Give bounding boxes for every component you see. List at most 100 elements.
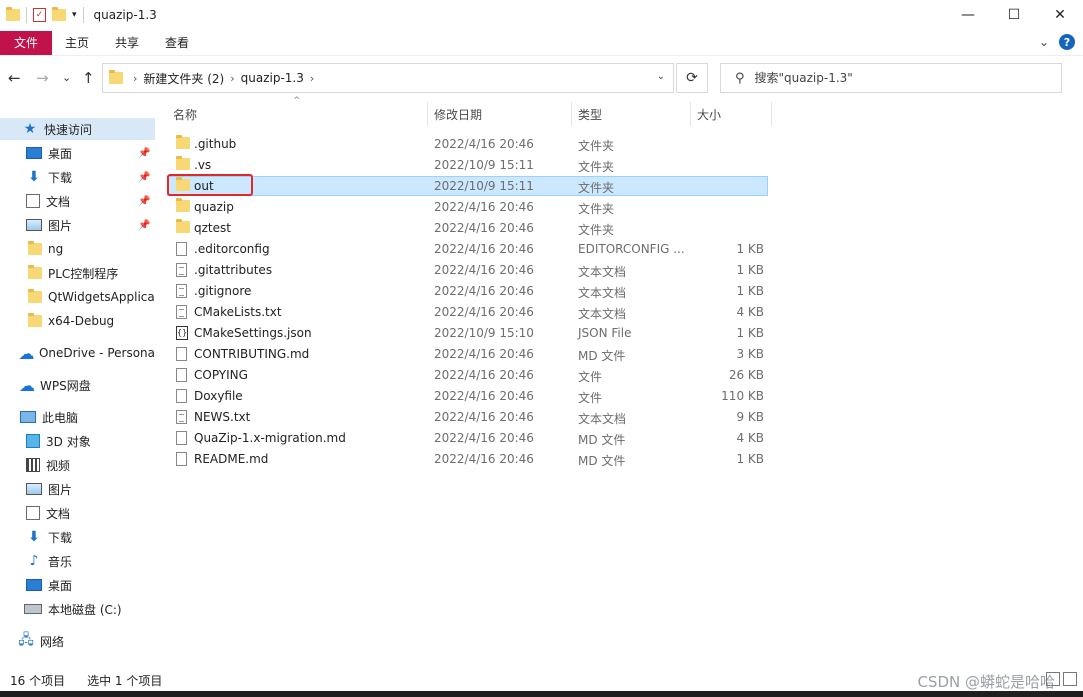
sidebar-item-onedrive[interactable]: ☁ OneDrive - Persona (0, 342, 155, 364)
folder-icon (28, 313, 42, 327)
file-row-copying[interactable]: COPYING 2022/4/16 20:46 文件 26 KB (167, 365, 768, 385)
file-row-news[interactable]: NEWS.txt 2022/4/16 20:46 文本文档 9 KB (167, 407, 768, 427)
new-folder-icon[interactable] (52, 7, 66, 21)
file-icon (176, 368, 187, 382)
file-row-quazip[interactable]: quazip 2022/4/16 20:46 文件夹 (167, 197, 768, 217)
details-view-icon[interactable] (1046, 672, 1060, 686)
chevron-right-icon[interactable]: › (230, 72, 234, 85)
breadcrumb-parent[interactable]: 新建文件夹 (2) (143, 70, 224, 87)
column-header-type[interactable]: 类型 (578, 106, 602, 123)
column-header-name[interactable]: 名称 (173, 106, 197, 123)
sidebar-item-this-pc[interactable]: 此电脑 (0, 406, 155, 428)
file-row-cmakelists[interactable]: CMakeLists.txt 2022/4/16 20:46 文本文档 4 KB (167, 302, 768, 322)
pin-icon[interactable]: 📌 (138, 148, 150, 159)
file-icon (176, 452, 187, 466)
file-row-contributing[interactable]: CONTRIBUTING.md 2022/4/16 20:46 MD 文件 3 … (167, 344, 768, 364)
file-row-vs[interactable]: .vs 2022/10/9 15:11 文件夹 (167, 155, 768, 175)
file-row-out[interactable]: out 2022/10/9 15:11 文件夹 (167, 176, 768, 196)
sidebar-item-quick-access[interactable]: ★ 快速访问 (0, 118, 155, 140)
column-divider[interactable] (571, 102, 572, 126)
sidebar-item-documents[interactable]: 文档 📌 (0, 190, 155, 212)
column-divider[interactable] (690, 102, 691, 126)
sidebar-item-pictures-pc[interactable]: 图片 (0, 478, 155, 500)
chevron-right-icon[interactable]: › (310, 72, 314, 85)
search-input[interactable] (754, 71, 1035, 85)
text-file-icon (176, 284, 187, 298)
search-box[interactable]: ⚲ (720, 63, 1062, 93)
sidebar-item-documents-pc[interactable]: 文档 (0, 502, 155, 524)
divider (82, 7, 84, 23)
onedrive-icon: ☁ (18, 343, 35, 363)
folder-icon (28, 241, 42, 255)
folder-icon (28, 289, 42, 303)
tab-share[interactable]: 共享 (102, 31, 152, 55)
pin-icon[interactable]: 📌 (138, 220, 150, 231)
sidebar-item-3d-objects[interactable]: 3D 对象 (0, 430, 155, 452)
tab-file[interactable]: 文件 (0, 30, 52, 55)
download-icon: ⬇ (28, 169, 40, 185)
folder-icon (109, 70, 123, 84)
back-button[interactable]: ← (8, 69, 21, 87)
text-file-icon (176, 263, 187, 277)
item-count: 16 个项目 (10, 673, 66, 688)
file-row-qztest[interactable]: qztest 2022/4/16 20:46 文件夹 (167, 218, 768, 238)
refresh-button[interactable]: ⟳ (676, 63, 708, 93)
watermark: CSDN @蟒蛇是哈哈 (917, 673, 1055, 691)
maximize-button[interactable]: ☐ (991, 0, 1037, 30)
sidebar-item-network[interactable]: 🖧 网络 (0, 630, 155, 652)
documents-icon (26, 194, 40, 208)
sidebar-item-wps[interactable]: ☁ WPS网盘 (0, 374, 155, 396)
file-row-cmakesettings[interactable]: {} CMakeSettings.json 2022/10/9 15:10 JS… (167, 323, 768, 343)
recent-locations-button[interactable]: ⌄ (62, 71, 71, 84)
file-row-gitattributes[interactable]: .gitattributes 2022/4/16 20:46 文本文档 1 KB (167, 260, 768, 280)
tab-home[interactable]: 主页 (52, 31, 102, 55)
divider (26, 7, 27, 23)
sidebar-item-music[interactable]: ♪ 音乐 (0, 550, 155, 572)
sidebar-item-local-disk[interactable]: 本地磁盘 (C:) (0, 598, 155, 620)
minimize-button[interactable]: — (945, 0, 991, 30)
chevron-down-icon[interactable]: ⌄ (657, 71, 665, 82)
sidebar-item-pictures[interactable]: 图片 📌 (0, 214, 155, 236)
expand-ribbon-icon[interactable]: ⌄ (1039, 35, 1049, 49)
sidebar-item-ng[interactable]: ng (0, 238, 155, 260)
sidebar-item-desktop[interactable]: 桌面 📌 (0, 142, 155, 164)
sidebar-item-plc[interactable]: PLC控制程序 (0, 262, 155, 284)
view-switcher (1046, 672, 1077, 686)
file-row-doxyfile[interactable]: Doxyfile 2022/4/16 20:46 文件 110 KB (167, 386, 768, 406)
file-row-readme[interactable]: README.md 2022/4/16 20:46 MD 文件 1 KB (167, 449, 768, 469)
ribbon-tabs: 文件 主页 共享 查看 ⌄ ? (0, 30, 1083, 56)
close-button[interactable]: ✕ (1037, 0, 1083, 30)
chevron-right-icon[interactable]: › (133, 72, 137, 85)
window-controls: — ☐ ✕ (945, 0, 1083, 30)
address-bar[interactable]: › 新建文件夹 (2) › quazip-1.3 › ⌄ (102, 63, 674, 93)
sidebar-item-qtwidgets[interactable]: QtWidgetsApplica (0, 286, 155, 308)
file-row-gitignore[interactable]: .gitignore 2022/4/16 20:46 文本文档 1 KB (167, 281, 768, 301)
pictures-icon (26, 483, 42, 495)
up-button[interactable]: ↑ (82, 69, 95, 87)
properties-icon[interactable]: ✓ (33, 8, 46, 22)
window-title: quazip-1.3 (93, 8, 157, 22)
large-icons-view-icon[interactable] (1063, 672, 1077, 686)
forward-button[interactable]: → (36, 69, 49, 87)
network-icon: 🖧 (18, 632, 34, 648)
column-header-size[interactable]: 大小 (697, 106, 721, 123)
pin-icon[interactable]: 📌 (138, 196, 150, 207)
tab-view[interactable]: 查看 (152, 31, 202, 55)
breadcrumb-current[interactable]: quazip-1.3 (241, 71, 304, 85)
sidebar-item-x64-debug[interactable]: x64-Debug (0, 310, 155, 332)
file-row-migration[interactable]: QuaZip-1.x-migration.md 2022/4/16 20:46 … (167, 428, 768, 448)
column-divider[interactable] (771, 102, 772, 126)
pin-icon[interactable]: 📌 (138, 172, 150, 183)
sidebar-item-downloads[interactable]: ⬇ 下载 📌 (0, 166, 155, 188)
help-icon[interactable]: ? (1059, 34, 1075, 50)
sidebar-item-downloads-pc[interactable]: ⬇ 下载 (0, 526, 155, 548)
column-header-date[interactable]: 修改日期 (434, 106, 482, 123)
customize-toolbar-icon[interactable]: ▾ (72, 10, 77, 20)
folder-icon (176, 135, 190, 149)
file-row-github[interactable]: .github 2022/4/16 20:46 文件夹 (167, 134, 768, 154)
search-icon: ⚲ (735, 70, 745, 86)
file-row-editorconfig[interactable]: .editorconfig 2022/4/16 20:46 EDITORCONF… (167, 239, 768, 259)
sidebar-item-desktop-pc[interactable]: 桌面 (0, 574, 155, 596)
sidebar-item-videos[interactable]: 视频 (0, 454, 155, 476)
column-divider[interactable] (427, 102, 428, 126)
